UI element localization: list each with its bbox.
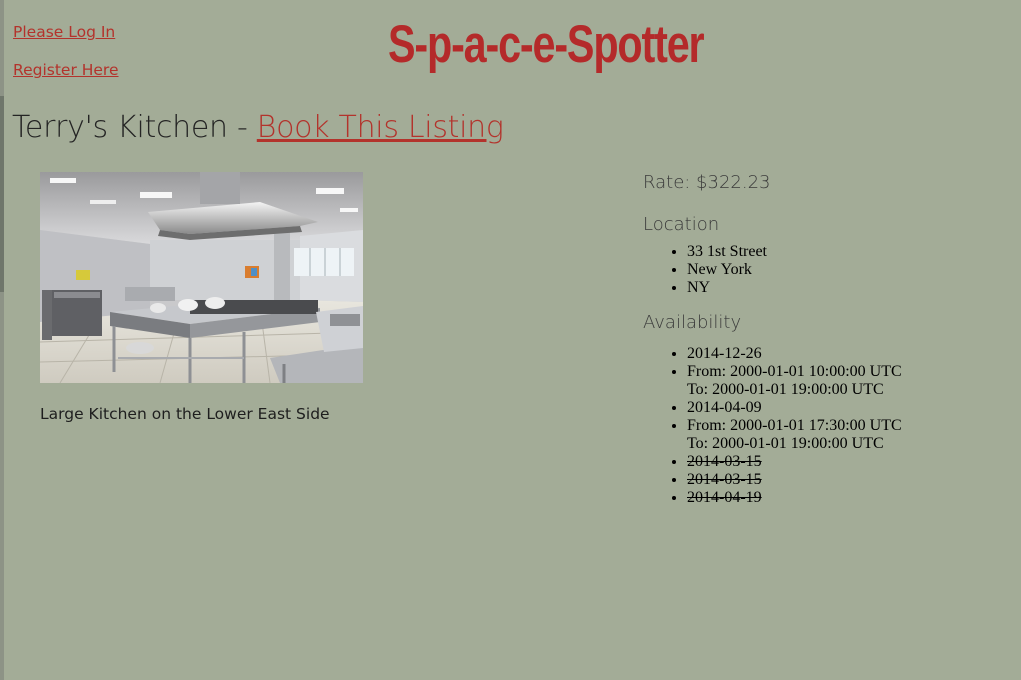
location-city: New York [687, 261, 1013, 279]
availability-to: To: 2000-01-01 19:00:00 UTC [687, 435, 884, 452]
availability-from: From: 2000-01-01 10:00:00 UTC [687, 363, 902, 380]
auth-links: Please Log In Register Here [13, 22, 119, 81]
title-separator: - [227, 110, 257, 145]
availability-date-booked: 2014-03-15 [687, 471, 1013, 489]
register-link[interactable]: Register Here [13, 60, 119, 81]
availability-from: From: 2000-01-01 17:30:00 UTC [687, 417, 902, 434]
listing-rate: Rate: $322.23 [643, 172, 771, 193]
availability-date: 2014-12-26 [687, 345, 1013, 363]
listing-name: Terry's Kitchen [12, 110, 228, 145]
availability-date-booked: 2014-04-19 [687, 489, 1013, 507]
window-left-edge [0, 0, 4, 680]
kitchen-photo [40, 172, 363, 383]
location-list: 33 1st Street New York NY [643, 243, 1013, 297]
availability-heading: Availability [643, 312, 742, 333]
location-heading: Location [643, 214, 720, 235]
location-state: NY [687, 279, 1013, 297]
availability-to: To: 2000-01-01 19:00:00 UTC [687, 381, 884, 398]
availability-date: 2014-04-09 [687, 399, 1013, 417]
listing-caption: Large Kitchen on the Lower East Side [40, 405, 330, 423]
availability-time-range: From: 2000-01-01 10:00:00 UTCTo: 2000-01… [687, 363, 1013, 399]
availability-list: 2014-12-26 From: 2000-01-01 10:00:00 UTC… [643, 345, 1013, 507]
site-logo-title[interactable]: S-p-a-c-e-Spotter [388, 12, 705, 78]
availability-date-booked: 2014-03-15 [687, 453, 1013, 471]
listing-title: Terry's Kitchen - Book This Listing [12, 108, 504, 148]
listing-details: Rate: $322.23 Location 33 1st Street New… [643, 170, 1013, 507]
kitchen-image [40, 172, 363, 383]
book-listing-link[interactable]: Book This Listing [257, 110, 504, 145]
login-link[interactable]: Please Log In [13, 22, 119, 43]
availability-time-range: From: 2000-01-01 17:30:00 UTCTo: 2000-01… [687, 417, 1013, 453]
booked-date: 2014-03-15 [687, 471, 762, 488]
booked-date: 2014-04-19 [687, 489, 762, 506]
location-street: 33 1st Street [687, 243, 1013, 261]
booked-date: 2014-03-15 [687, 453, 762, 470]
window-left-edge-shadow [0, 96, 4, 292]
